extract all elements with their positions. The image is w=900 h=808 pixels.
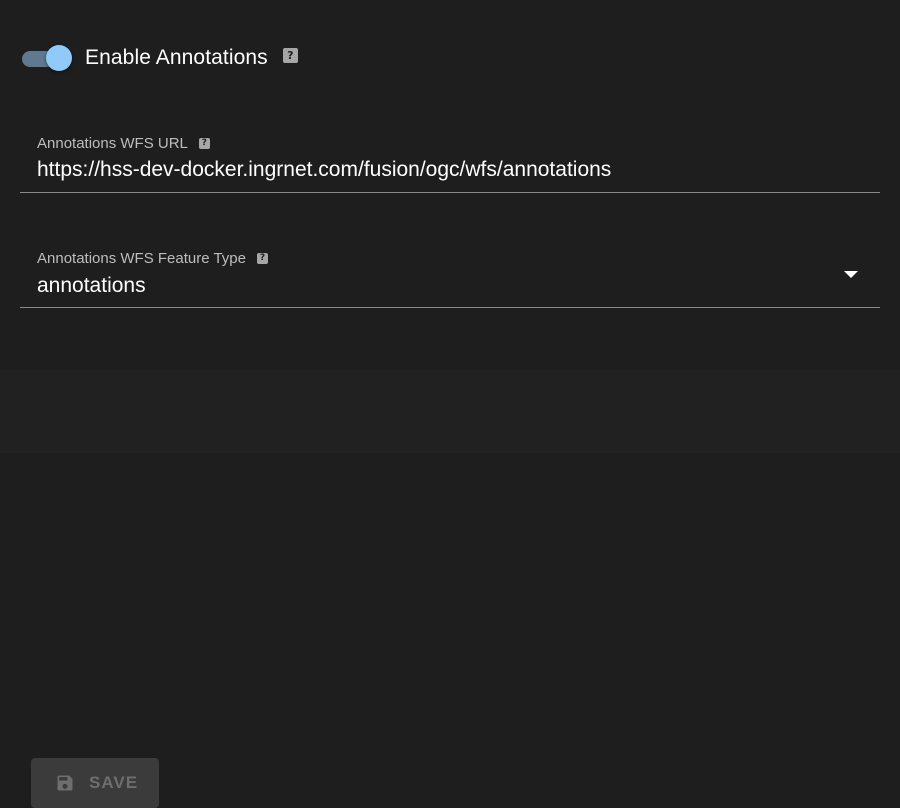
chevron-down-icon[interactable] <box>844 271 858 278</box>
wfs-url-help-icon[interactable]: ? <box>198 138 210 149</box>
wfs-url-input[interactable]: https://hss-dev-docker.ingrnet.com/fusio… <box>37 158 611 182</box>
enable-annotations-help-icon[interactable]: ? <box>282 47 298 63</box>
enable-annotations-label: Enable Annotations <box>85 46 268 69</box>
feature-type-selected-value[interactable]: annotations <box>37 274 146 298</box>
toggle-thumb[interactable] <box>46 45 72 71</box>
feature-type-label: Annotations WFS Feature Type <box>37 250 246 267</box>
wfs-url-label-row: Annotations WFS URL ? <box>37 135 210 152</box>
enable-annotations-toggle[interactable] <box>20 40 72 76</box>
feature-type-select[interactable]: Annotations WFS Feature Type ? annotatio… <box>20 234 880 308</box>
wfs-url-field[interactable]: Annotations WFS URL ? https://hss-dev-do… <box>20 120 880 193</box>
feature-type-label-row: Annotations WFS Feature Type ? <box>37 250 268 267</box>
save-button-label: SAVE <box>89 773 139 792</box>
wfs-url-label: Annotations WFS URL <box>37 135 188 152</box>
save-button[interactable]: SAVE <box>31 758 159 808</box>
feature-type-help-icon[interactable]: ? <box>257 253 268 264</box>
annotations-settings-panel: Enable Annotations ? Annotations WFS URL… <box>0 0 900 370</box>
floppy-disk-icon <box>57 775 73 791</box>
form-footer: SAVE <box>0 370 900 808</box>
enable-annotations-row: Enable Annotations ? <box>20 40 298 76</box>
